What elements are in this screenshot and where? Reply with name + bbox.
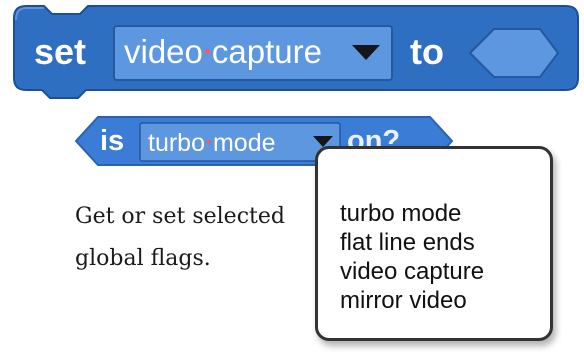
- flag-options-menu: turbo mode flat line ends video capture …: [315, 146, 553, 341]
- set-dropdown-word-1: video: [124, 33, 203, 70]
- is-keyword: is: [100, 125, 125, 157]
- menu-item-mirror-video[interactable]: mirror video: [340, 286, 484, 315]
- is-dropdown-value[interactable]: turbo mode: [148, 128, 276, 158]
- is-dropdown-word-2: mode: [212, 129, 276, 157]
- is-dropdown-word-1: turbo: [148, 129, 205, 157]
- menu-item-video-capture[interactable]: video capture: [340, 257, 484, 286]
- description-line-2: global flags.: [75, 246, 211, 271]
- set-dropdown-value[interactable]: video capture: [124, 31, 322, 73]
- set-keyword: set: [34, 31, 87, 72]
- menu-item-turbo-mode[interactable]: turbo mode: [340, 199, 484, 228]
- separator-dot-icon: [204, 48, 210, 54]
- block-description: Get or set selected global flags.: [75, 196, 315, 280]
- set-dropdown-word-2: capture: [211, 33, 322, 70]
- menu-list: turbo mode flat line ends video capture …: [340, 199, 484, 315]
- separator-dot-icon: [206, 139, 211, 144]
- menu-item-flat-line-ends[interactable]: flat line ends: [340, 228, 484, 257]
- description-line-1: Get or set selected: [75, 204, 285, 229]
- to-keyword: to: [410, 31, 444, 72]
